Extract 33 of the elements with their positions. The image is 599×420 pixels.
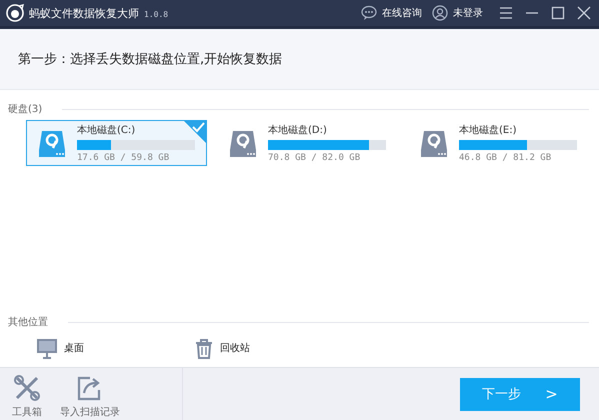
maximize-icon[interactable]: [551, 6, 565, 20]
trash-icon: [194, 338, 214, 358]
disk-card[interactable]: 本地磁盘(D:) 70.8 GB / 82.0 GB: [217, 120, 398, 166]
section-label: 其他位置: [8, 316, 48, 329]
close-icon[interactable]: [577, 6, 591, 20]
monitor-icon: [36, 338, 58, 358]
step-title: 第一步：选择丢失数据磁盘位置,开始恢复数据: [18, 51, 282, 68]
disk-card[interactable]: 本地磁盘(C:) 17.6 GB / 59.8 GB: [26, 120, 207, 166]
menu-icon[interactable]: [499, 6, 513, 20]
location-item[interactable]: 回收站: [194, 338, 250, 358]
disk-name: 本地磁盘(E:): [459, 124, 516, 137]
hard-drive-icon: [419, 128, 449, 158]
toolbar-button[interactable]: 导入扫描记录: [60, 368, 120, 420]
user-icon: [432, 5, 448, 21]
toolbar-button[interactable]: 工具箱: [12, 368, 42, 420]
disk-usage: 70.8 GB / 82.0 GB: [268, 153, 360, 163]
wrench-screwdriver-icon: [13, 374, 41, 402]
header-link[interactable]: 在线咨询: [361, 5, 422, 21]
hard-drive-icon: [228, 128, 258, 158]
disk-name: 本地磁盘(D:): [268, 124, 327, 137]
header-link[interactable]: 未登录: [432, 5, 483, 21]
disk-name: 本地磁盘(C:): [77, 124, 136, 137]
version-label: 1.0.8: [144, 10, 168, 19]
check-corner-icon: [184, 121, 206, 143]
chat-icon: [361, 5, 377, 21]
disk-card[interactable]: 本地磁盘(E:) 46.8 GB / 81.2 GB: [408, 120, 589, 166]
window-title: 蚂蚁文件数据恢复大师: [29, 6, 139, 20]
disk-usage: 17.6 GB / 59.8 GB: [77, 153, 170, 163]
location-item[interactable]: 桌面: [36, 338, 84, 358]
hard-drive-icon: [37, 128, 67, 158]
disk-usage: 46.8 GB / 81.2 GB: [459, 153, 552, 163]
app-logo-icon: [6, 4, 24, 22]
section-label: 硬盘(3): [8, 103, 42, 116]
